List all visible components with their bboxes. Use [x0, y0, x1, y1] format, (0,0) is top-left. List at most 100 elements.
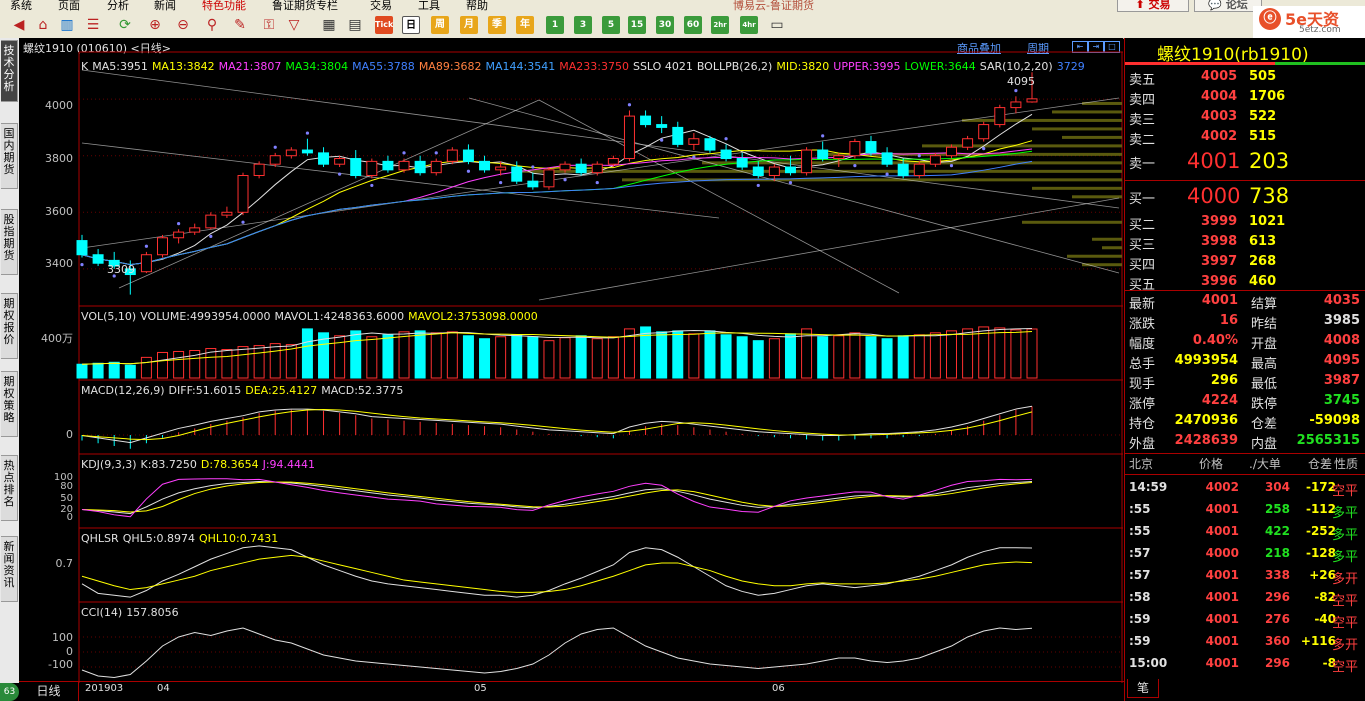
tick-time: :59 [1129, 634, 1151, 648]
candle-body [382, 160, 394, 171]
candle-body [913, 163, 925, 177]
more-icon[interactable]: ▭ [768, 16, 786, 34]
volume-bar [269, 343, 281, 379]
tick-nature: 空平 [1332, 484, 1359, 499]
grid-icon[interactable]: ▤ [346, 16, 364, 34]
legend-item: VOL(5,10) [81, 310, 137, 323]
order-volume: 1021 [1249, 214, 1286, 229]
forum-button[interactable]: 💬 论坛 [1194, 0, 1262, 12]
tab-hot-ranking[interactable]: 热点排名 [1, 455, 18, 521]
list-icon[interactable]: ☰ [84, 16, 102, 34]
tab-option-quotes[interactable]: 期权报价 [1, 293, 18, 359]
chart-icon[interactable]: ▥ [58, 16, 76, 34]
search-icon[interactable]: ⚲ [203, 16, 221, 34]
tick-volume: 304 [1264, 480, 1290, 494]
lock-icon[interactable]: ⚿ [260, 16, 278, 34]
stat-row: 现手 296 最低 3987 [1125, 373, 1365, 393]
candle-body [946, 146, 957, 157]
tick-button[interactable]: Tick [375, 16, 393, 34]
tick-volume: 296 [1264, 590, 1290, 604]
home-icon[interactable]: ⌂ [34, 16, 52, 34]
tick-time: :57 [1129, 546, 1151, 560]
volume-bar [962, 328, 974, 379]
volume-bar [140, 356, 152, 379]
order-level-label: 卖五 [1129, 73, 1156, 88]
stat-value: 4224 [1201, 393, 1238, 408]
legend-item: SSLO 4021 [632, 60, 693, 73]
order-price: 4001 [1187, 149, 1241, 173]
quote-header: 螺纹1910(rb1910) [1125, 38, 1365, 65]
legend-item: MA13:3842 [151, 60, 215, 73]
ticks-header-nature: 性质 [1334, 457, 1359, 471]
tab-ticks[interactable]: 笔 [1127, 679, 1159, 698]
period-4hr[interactable]: 4hr [740, 16, 758, 34]
menu-system[interactable]: 系统 [10, 0, 32, 12]
menu-news[interactable]: 新闻 [154, 0, 176, 12]
order-book-row: 买一 4000 738 [1125, 183, 1365, 211]
period-1min[interactable]: 1 [546, 16, 564, 34]
tab-news[interactable]: 新闻资讯 [1, 536, 18, 602]
order-book-row: 卖二 4002 515 [1125, 128, 1365, 148]
order-level-label: 买四 [1129, 258, 1156, 273]
sar-dot [499, 180, 503, 185]
volume-bar [221, 349, 233, 379]
period-60min[interactable]: 60 [684, 16, 702, 34]
period-3min[interactable]: 3 [574, 16, 592, 34]
candle-body [817, 149, 829, 160]
stat-label: 最新 [1129, 297, 1156, 312]
sar-dot [531, 165, 535, 169]
candle-body [897, 163, 909, 177]
zoom-in-icon[interactable]: ⊕ [146, 16, 164, 34]
period-2hr[interactable]: 2hr [711, 16, 729, 34]
zoom-out-icon[interactable]: ⊖ [174, 16, 192, 34]
menu-column[interactable]: 鲁证期货专栏 [272, 0, 338, 12]
refresh-icon[interactable]: ⟳ [116, 16, 134, 34]
candle-body [591, 163, 603, 174]
draw-icon[interactable]: ✎ [231, 16, 249, 34]
stat-value: 4008 [1323, 333, 1360, 348]
tab-domestic-futures[interactable]: 国内期货 [1, 123, 18, 189]
tab-technical-analysis[interactable]: 技术分析 [1, 40, 18, 102]
legend-item: SAR(10,2,20) [979, 60, 1053, 73]
volume-bar [656, 331, 668, 379]
trend-line [538, 99, 900, 294]
period-month[interactable]: 月 [460, 16, 478, 34]
period-year[interactable]: 年 [516, 16, 534, 34]
volume-profile-bar [1022, 220, 1122, 224]
menu-analysis[interactable]: 分析 [107, 0, 129, 12]
menu-help[interactable]: 帮助 [466, 0, 488, 12]
tick-nature: 多平 [1332, 528, 1359, 543]
period-week[interactable]: 周 [431, 16, 449, 34]
chart-area[interactable]: 螺纹1910 (010610) <日线> 商品叠加 周期 ⇤ ⇥ □ K MA5:… [19, 38, 1123, 683]
table-icon[interactable]: ▦ [320, 16, 338, 34]
diff-line [81, 405, 1033, 444]
kdj-axis-label: 80 [60, 481, 73, 492]
menu-trade[interactable]: 交易 [370, 0, 392, 12]
sar-dot [821, 134, 825, 138]
tick-price: 4001 [1205, 524, 1239, 538]
volume-bar [414, 330, 426, 379]
trade-button-label: 交易 [1148, 0, 1171, 11]
menu-tools[interactable]: 工具 [418, 0, 440, 12]
volume-bar [446, 331, 458, 379]
volume-profile-bar [1072, 195, 1122, 199]
order-volume: 613 [1249, 234, 1277, 249]
tick-nature: 多平 [1332, 506, 1359, 521]
back-icon[interactable]: ◀ [10, 16, 28, 34]
tab-option-strategy[interactable]: 期权策略 [1, 371, 18, 437]
ticks-header-oi: 仓差 [1308, 457, 1333, 471]
trade-button[interactable]: ⬆ 交易 [1117, 0, 1189, 12]
tab-index-futures[interactable]: 股指期货 [1, 209, 18, 275]
volume-bar [398, 331, 410, 379]
menu-page[interactable]: 页面 [58, 0, 80, 12]
period-day[interactable]: 日 [402, 16, 420, 34]
filter-icon[interactable]: ▽ [285, 16, 303, 34]
period-15min[interactable]: 15 [628, 16, 646, 34]
notification-badge[interactable]: 63 [0, 683, 19, 701]
candle-body [881, 152, 893, 165]
period-quarter[interactable]: 季 [488, 16, 506, 34]
period-30min[interactable]: 30 [656, 16, 674, 34]
candle-body [1010, 101, 1022, 109]
menu-features[interactable]: 特色功能 [202, 0, 246, 12]
period-5min[interactable]: 5 [602, 16, 620, 34]
